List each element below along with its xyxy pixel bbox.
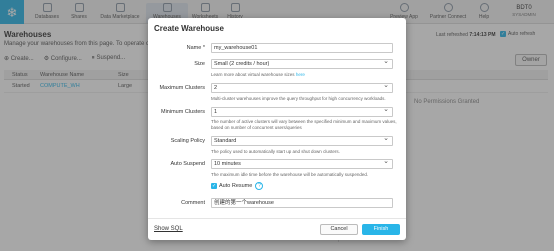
- dialog-title: Create Warehouse: [154, 24, 224, 33]
- name-label: Name *: [186, 45, 205, 51]
- size-hint: Learn more about virtual warehouse sizes…: [211, 72, 305, 77]
- size-help-link[interactable]: here: [296, 72, 305, 77]
- dialog-footer: Show SQL Cancel Finish: [148, 218, 406, 240]
- create-warehouse-dialog: Create Warehouse Name * my_warehouse01 S…: [148, 18, 406, 240]
- finish-button[interactable]: Finish: [362, 224, 400, 235]
- max-clusters-hint: Multi-cluster warehouses improve the que…: [211, 96, 386, 101]
- auto-suspend-select[interactable]: 10 minutes: [211, 158, 393, 169]
- size-select[interactable]: Small (2 credits / hour): [211, 58, 393, 69]
- name-input[interactable]: my_warehouse01: [211, 43, 393, 53]
- min-clusters-hint: The number of active clusters will vary …: [211, 119, 397, 130]
- auto-resume-row: ✓ Auto Resume ?: [211, 182, 264, 190]
- max-clusters-label: Maximum Clusters: [159, 85, 205, 91]
- question-icon[interactable]: ?: [255, 182, 264, 190]
- auto-suspend-hint: The maximum idle time before the warehou…: [211, 172, 369, 177]
- comment-input[interactable]: 创建的第一个warehouse: [211, 198, 393, 208]
- min-clusters-select[interactable]: 1: [211, 106, 393, 117]
- auto-suspend-label: Auto Suspend: [170, 161, 205, 167]
- cancel-button[interactable]: Cancel: [320, 224, 358, 235]
- scaling-policy-hint: The policy used to automatically start u…: [211, 149, 340, 154]
- comment-label: Comment: [181, 200, 205, 206]
- max-clusters-select[interactable]: 2: [211, 82, 393, 93]
- scaling-policy-label: Scaling Policy: [170, 138, 205, 144]
- auto-resume-checkbox[interactable]: ✓: [211, 183, 217, 189]
- size-label: Size: [194, 61, 205, 67]
- scaling-policy-select[interactable]: Standard: [211, 135, 393, 146]
- show-sql-link[interactable]: Show SQL: [154, 226, 183, 232]
- min-clusters-label: Minimum Clusters: [160, 109, 205, 115]
